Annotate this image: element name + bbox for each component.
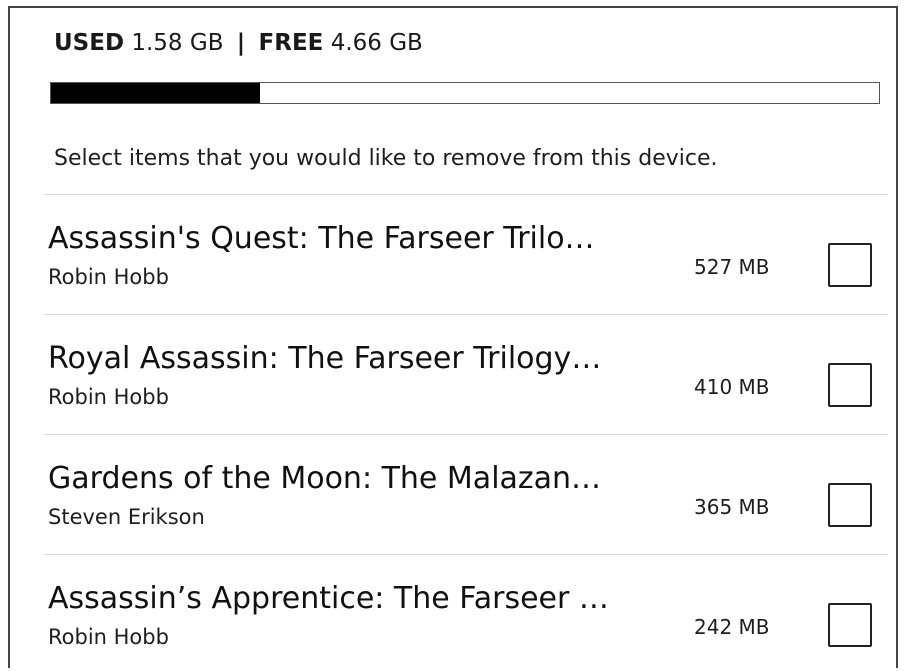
item-size: 410 MB bbox=[694, 375, 770, 399]
list-item[interactable]: Royal Assassin: The Farseer Trilogy… Rob… bbox=[44, 314, 888, 434]
storage-progress-bar bbox=[50, 82, 880, 104]
item-author: Robin Hobb bbox=[48, 625, 169, 649]
list-item[interactable]: Assassin’s Apprentice: The Farseer … Rob… bbox=[44, 554, 888, 668]
used-value: 1.58 GB bbox=[131, 30, 224, 56]
item-title: Royal Assassin: The Farseer Trilogy… bbox=[48, 341, 602, 376]
item-checkbox[interactable] bbox=[828, 483, 872, 527]
used-label: USED bbox=[54, 30, 125, 56]
item-title: Gardens of the Moon: The Malazan… bbox=[48, 461, 602, 496]
item-list: Assassin's Quest: The Farseer Trilo… Rob… bbox=[44, 194, 888, 668]
item-author: Robin Hobb bbox=[48, 265, 169, 289]
item-title: Assassin's Quest: The Farseer Trilo… bbox=[48, 221, 595, 256]
item-checkbox[interactable] bbox=[828, 603, 872, 647]
manage-storage-panel: USED 1.58 GB | FREE 4.66 GB Select items… bbox=[8, 6, 898, 668]
list-item[interactable]: Gardens of the Moon: The Malazan… Steven… bbox=[44, 434, 888, 554]
instruction-text: Select items that you would like to remo… bbox=[54, 146, 718, 171]
item-title: Assassin’s Apprentice: The Farseer … bbox=[48, 581, 609, 616]
free-value: 4.66 GB bbox=[330, 30, 423, 56]
storage-separator: | bbox=[236, 30, 246, 56]
item-author: Robin Hobb bbox=[48, 385, 169, 409]
item-size: 365 MB bbox=[694, 495, 770, 519]
storage-used-fill bbox=[51, 83, 261, 103]
item-size: 242 MB bbox=[694, 615, 770, 639]
item-checkbox[interactable] bbox=[828, 363, 872, 407]
item-checkbox[interactable] bbox=[828, 243, 872, 287]
storage-summary: USED 1.58 GB | FREE 4.66 GB bbox=[54, 30, 423, 56]
list-item[interactable]: Assassin's Quest: The Farseer Trilo… Rob… bbox=[44, 194, 888, 314]
free-label: FREE bbox=[258, 30, 324, 56]
item-author: Steven Erikson bbox=[48, 505, 205, 529]
item-size: 527 MB bbox=[694, 255, 770, 279]
